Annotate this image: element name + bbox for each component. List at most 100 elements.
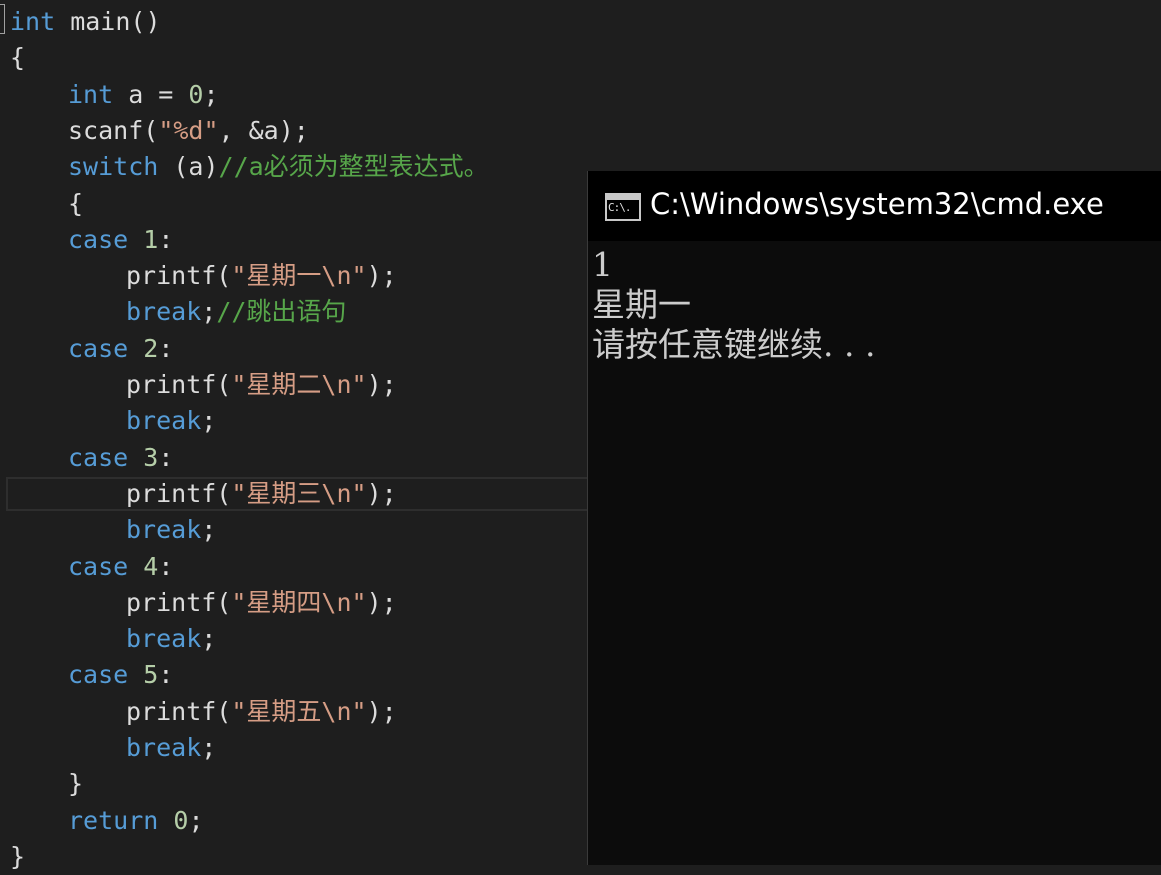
code-token: case [68, 333, 129, 363]
code-token: ; [201, 624, 217, 654]
code-line[interactable]: printf("星期一\n"); [126, 258, 397, 294]
console-output-line: 请按任意键继续. . . [592, 325, 876, 364]
code-token: "%d" [158, 115, 219, 145]
console-title: C:\Windows\system32\cmd.exe [650, 187, 1104, 221]
code-token: ; [203, 79, 219, 109]
code-token: 1 [143, 224, 159, 254]
code-token: ); [366, 587, 397, 617]
code-line[interactable]: break; [126, 512, 216, 548]
code-token: : [158, 333, 174, 363]
code-token: int [10, 7, 56, 36]
code-token: ; [201, 515, 217, 545]
code-token: : [158, 224, 174, 254]
code-token: switch [68, 152, 159, 182]
code-token: "星期三\n" [231, 478, 367, 508]
code-line[interactable]: break; [126, 730, 216, 766]
code-token: : [158, 660, 174, 690]
code-token: ); [366, 478, 397, 508]
code-token: return [68, 805, 159, 835]
code-token: { [10, 43, 26, 73]
code-token: 2 [143, 333, 159, 363]
code-line[interactable]: int main() [10, 4, 161, 40]
console-output-line: 星期一 [592, 285, 691, 324]
code-token: int [68, 79, 114, 109]
code-line[interactable]: } [10, 839, 25, 875]
code-token: printf( [126, 587, 232, 617]
code-token: break [126, 297, 202, 327]
code-line[interactable]: { [10, 40, 25, 76]
code-token: ; [201, 297, 217, 327]
code-token: , &a); [218, 115, 309, 145]
code-token: 0 [188, 79, 204, 109]
code-token: 5 [143, 660, 159, 690]
code-token: printf( [126, 478, 232, 508]
code-token: } [68, 769, 84, 799]
code-token: case [68, 551, 129, 581]
console-titlebar[interactable]: C:\. C:\Windows\system32\cmd.exe [588, 171, 1161, 241]
code-line[interactable]: case 5: [68, 657, 173, 693]
code-token: scanf( [68, 115, 159, 145]
code-token: "星期一\n" [231, 261, 367, 291]
code-token: : [158, 442, 174, 472]
code-line[interactable]: break; [126, 403, 216, 439]
code-line[interactable]: printf("星期五\n"); [126, 694, 397, 730]
editor-gutter [0, 0, 6, 865]
code-token: { [68, 188, 84, 218]
code-token: 0 [173, 805, 189, 835]
code-line[interactable]: switch (a)//a必须为整型表达式。 [68, 149, 489, 185]
code-token: 3 [143, 442, 159, 472]
code-token: "星期五\n" [231, 696, 367, 726]
code-token: break [126, 624, 202, 654]
code-line[interactable]: break;//跳出语句 [126, 294, 346, 330]
code-token: case [68, 224, 129, 254]
code-token: printf( [126, 370, 232, 399]
code-line[interactable]: { [68, 186, 83, 222]
code-token: ); [366, 370, 397, 399]
code-line[interactable]: printf("星期四\n"); [126, 585, 397, 621]
code-line[interactable]: } [68, 766, 83, 802]
code-token: ); [366, 696, 397, 726]
code-token: ; [188, 805, 204, 835]
code-line[interactable]: case 2: [68, 331, 173, 367]
code-line[interactable]: scanf("%d", &a); [68, 113, 309, 149]
code-token: break [126, 515, 202, 545]
code-token: : [158, 551, 174, 581]
code-token: "星期二\n" [231, 370, 367, 399]
code-token: } [10, 841, 26, 871]
code-token: break [126, 733, 202, 762]
code-line[interactable]: case 3: [68, 440, 173, 476]
code-token: printf( [126, 696, 232, 726]
code-line[interactable]: case 4: [68, 549, 173, 585]
code-token: printf( [126, 261, 232, 291]
code-token: case [68, 442, 129, 472]
code-token: ); [366, 261, 397, 291]
console-window-icon: C:\. [605, 193, 641, 221]
fold-marker-icon[interactable] [0, 4, 5, 34]
code-token: main() [55, 7, 161, 36]
code-token: ; [201, 733, 217, 762]
code-token: case [68, 660, 129, 690]
code-token: 4 [143, 551, 159, 581]
code-line[interactable]: printf("星期三\n"); [126, 476, 397, 512]
code-token: //a必须为整型表达式。 [218, 152, 489, 182]
code-token: //跳出语句 [216, 297, 347, 327]
code-line[interactable]: return 0; [68, 803, 204, 839]
code-token: a = [113, 79, 189, 109]
code-token: (a) [158, 152, 219, 182]
code-line[interactable]: break; [126, 621, 216, 657]
code-line[interactable]: printf("星期二\n"); [126, 367, 397, 403]
code-token: ; [201, 406, 217, 436]
console-window[interactable]: C:\. C:\Windows\system32\cmd.exe 1 星期一 请… [587, 171, 1161, 865]
console-output-line: 1 [592, 245, 613, 284]
code-token: "星期四\n" [231, 587, 367, 617]
console-icon-label: C:\. [608, 201, 631, 214]
code-line[interactable]: int a = 0; [68, 77, 219, 113]
code-token: break [126, 406, 202, 436]
code-line[interactable]: case 1: [68, 222, 173, 258]
